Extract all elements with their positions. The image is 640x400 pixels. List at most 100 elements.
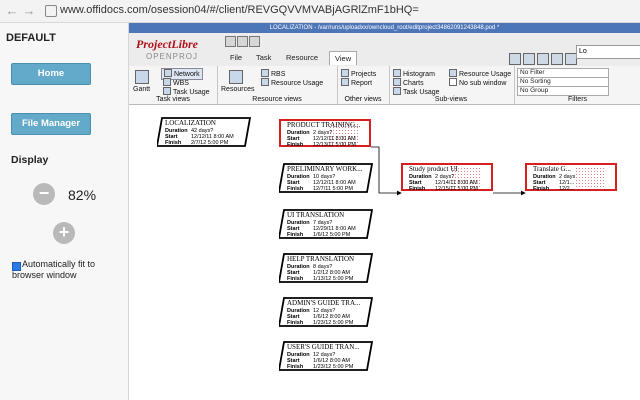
network-node[interactable]: Study product UI Duration 2 days? Start 12/1… [401, 163, 493, 193]
report-view-button[interactable]: Report [341, 78, 372, 88]
task-usage-label: Task Usage [173, 89, 210, 96]
back-arrow-icon[interactable]: ← [4, 3, 20, 19]
url-field[interactable]: www.offidocs.com/osession04/#/client/REV… [60, 4, 419, 16]
rbs-icon [261, 69, 269, 77]
rbs-label: RBS [271, 71, 286, 78]
save-icon[interactable] [225, 36, 236, 47]
toolbar-calendar-icon[interactable] [551, 53, 563, 65]
node-title: ADMIN'S GUIDE TRA... [287, 299, 361, 307]
resource-usage-view-button[interactable]: Resource Usage [261, 78, 323, 88]
logo-main-text: ProjectLibre [136, 37, 198, 51]
node-field-label: Finish [287, 186, 304, 192]
report-label: Report [351, 80, 373, 87]
no-sub-window-button[interactable]: No sub window [449, 78, 506, 88]
zoom-in-button[interactable]: + [53, 222, 75, 244]
node-field-row: Finish 1/23/12 5:00 PM [287, 320, 353, 326]
remote-app-window: LOCALIZATION - /var/runs/uploadxx/ownclo… [129, 23, 640, 400]
network-diagram-canvas[interactable]: LOCALIZATION Duration 42 days? Start 12/12/1… [129, 105, 640, 400]
wbs-icon [163, 78, 171, 86]
node-field-label: Finish [287, 320, 304, 326]
task-usage-icon [163, 87, 171, 95]
node-field-value: 2/7/12 5:00 PM [191, 140, 229, 146]
toolbar-chart-icon[interactable] [509, 53, 521, 65]
network-node[interactable]: PRELIMINARY WORK... Duration 10 days? Start… [279, 163, 373, 193]
forward-arrow-icon[interactable]: → [21, 3, 37, 19]
network-node[interactable]: HELP TRANSLATION Duration 8 days? Start 1/2/… [279, 253, 373, 283]
network-node[interactable]: PRODUCT TRAINING... Duration 2 days? Start 1… [279, 119, 371, 149]
task-views-group-label: Task views [156, 96, 190, 103]
top-right-field[interactable]: Lo [576, 45, 640, 59]
toolbar-people-icon[interactable] [523, 53, 535, 65]
undo-icon[interactable] [237, 36, 248, 47]
node-title: Translate G... [533, 165, 571, 173]
network-icon [164, 69, 172, 77]
histogram-icon [393, 69, 401, 77]
node-field-value: 12/2... [559, 186, 575, 192]
node-field-label: Finish [165, 140, 182, 146]
resources-view-button[interactable]: Resources [221, 86, 254, 94]
projects-label: Projects [351, 71, 377, 78]
task-usage-sub-icon [393, 87, 401, 95]
node-title: UI TRANSLATION [287, 211, 345, 219]
node-title: Study product UI [409, 165, 458, 173]
resource-usage-sub-label: Resource Usage [459, 71, 512, 78]
charts-label: Charts [403, 80, 424, 87]
node-field-row: Finish 1/23/12 5:00 PM [287, 364, 353, 370]
logo-sub-text: OPENPROJ [146, 52, 199, 61]
sub-views-group-label: Sub-views [434, 96, 468, 103]
zoom-value: 82% [68, 187, 97, 203]
resource-usage-sub-icon [449, 69, 457, 77]
no-sub-window-icon [449, 78, 457, 86]
node-field-row: Finish 12/2... [533, 186, 574, 192]
gantt-view-button[interactable]: Gantt [133, 86, 150, 94]
file-manager-button[interactable]: File Manager [11, 113, 91, 135]
network-node[interactable]: UI TRANSLATION Duration 7 days? Start 12/29/… [279, 209, 373, 239]
node-field-row: Finish 1/13/12 5:00 PM [287, 276, 353, 282]
node-field-value: 12/13/11 5:00 PM [313, 142, 357, 148]
gantt-view-icon[interactable] [135, 70, 151, 86]
dependency-lines [371, 146, 526, 196]
node-title: PRODUCT TRAINING... [287, 121, 361, 129]
browser-url-bar: ← → www.offidocs.com/osession04/#/client… [0, 0, 640, 23]
tab-file[interactable]: File [225, 51, 247, 64]
node-field-value: 1/23/12 5:00 PM [313, 364, 354, 370]
network-node[interactable]: Translate G... Duration 2 days Start 12/1...… [525, 163, 617, 193]
resource-usage-label: Resource Usage [271, 80, 324, 87]
autofit-label: Automatically fit to browser window [12, 259, 96, 280]
report-icon [341, 78, 349, 86]
node-field-label: Finish [287, 142, 304, 148]
node-field-row: Finish 2/7/12 5:00 PM [165, 140, 228, 146]
resources-view-icon[interactable] [229, 70, 245, 86]
network-node[interactable]: LOCALIZATION Duration 42 days? Start 12/12/1… [157, 117, 251, 147]
charts-icon [393, 78, 401, 86]
window-title: LOCALIZATION - /var/runs/uploadxx/ownclo… [129, 23, 640, 33]
autofit-checkbox[interactable] [12, 262, 21, 271]
histogram-label: Histogram [403, 71, 435, 78]
toolbar-grid-icon[interactable] [537, 53, 549, 65]
node-dotted-fill [575, 167, 605, 187]
node-title: LOCALIZATION [165, 119, 216, 127]
redo-icon[interactable] [249, 36, 260, 47]
edge-product-to-study [371, 146, 402, 196]
wbs-label: WBS [173, 80, 189, 87]
home-button[interactable]: Home [11, 63, 91, 85]
session-title: DEFAULT [6, 32, 56, 44]
task-usage-sub-label: Task Usage [403, 89, 440, 96]
group-select[interactable]: No Group [517, 86, 609, 96]
node-title: HELP TRANSLATION [287, 255, 355, 263]
node-field-row: Finish 12/13/11 5:00 PM [287, 142, 356, 148]
other-views-group-label: Other views [344, 96, 382, 103]
display-label: Display [11, 154, 49, 166]
tab-task[interactable]: Task [251, 51, 276, 64]
network-node[interactable]: USER'S GUIDE TRAN... Duration 12 days? Star… [279, 341, 373, 371]
node-field-row: Finish 12/7/11 5:00 PM [287, 186, 353, 192]
network-node[interactable]: ADMIN'S GUIDE TRA... Duration 12 days? Star… [279, 297, 373, 327]
node-field-label: Finish [533, 186, 550, 192]
node-field-value: 1/13/12 5:00 PM [313, 276, 354, 282]
tab-resource[interactable]: Resource [281, 51, 323, 64]
node-field-label: Finish [287, 232, 304, 238]
zoom-out-button[interactable]: − [33, 183, 55, 205]
page-icon [45, 5, 57, 17]
tab-view[interactable]: View [329, 51, 358, 65]
resource-usage-icon [261, 78, 269, 86]
